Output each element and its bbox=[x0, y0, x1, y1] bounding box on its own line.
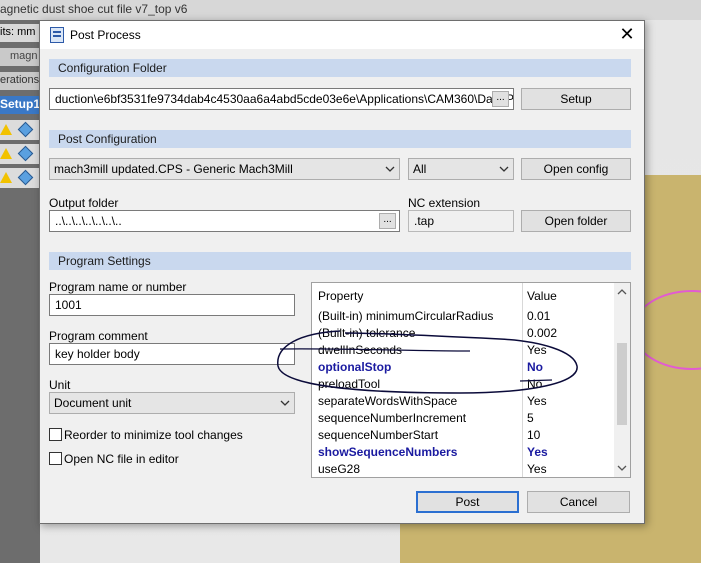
property-row[interactable]: sequenceNumberStart 10 bbox=[312, 427, 614, 444]
toolpath-icon bbox=[17, 169, 34, 186]
bg-setup-node[interactable]: Setup1 bbox=[0, 96, 40, 114]
output-folder-browse-button[interactable]: ... bbox=[379, 213, 396, 229]
bg-tab-fragment: magn bbox=[0, 48, 40, 66]
post-select-value: mach3mill updated.CPS - Generic Mach3Mil… bbox=[54, 162, 293, 176]
bg-operation-row[interactable] bbox=[0, 144, 40, 164]
grid-header-value: Value bbox=[527, 289, 557, 303]
bg-operation-row[interactable] bbox=[0, 168, 40, 188]
open-folder-button[interactable]: Open folder bbox=[521, 210, 631, 232]
program-comment-label: Program comment bbox=[49, 329, 148, 343]
toolpath-icon bbox=[17, 121, 34, 138]
chevron-down-icon bbox=[385, 166, 395, 172]
hand-drawn-annotation bbox=[277, 330, 578, 394]
grid-scroll-thumb[interactable] bbox=[617, 343, 627, 425]
reorder-checkbox[interactable] bbox=[49, 428, 62, 441]
unit-select-value: Document unit bbox=[54, 396, 132, 410]
open-config-button[interactable]: Open config bbox=[521, 158, 631, 180]
nc-extension-label: NC extension bbox=[408, 196, 481, 210]
program-settings-header: Program Settings bbox=[49, 252, 631, 270]
nc-extension-value: .tap bbox=[414, 214, 435, 228]
unit-select[interactable]: Document unit bbox=[49, 392, 295, 414]
post-button[interactable]: Post bbox=[416, 491, 519, 513]
toolpath-icon bbox=[17, 145, 34, 162]
configuration-folder-path-text: duction\e6bf3531fe9734dab4c4530aa6a4abd5… bbox=[55, 92, 514, 106]
open-nc-label[interactable]: Open NC file in editor bbox=[64, 452, 179, 466]
grid-header-property: Property bbox=[318, 289, 364, 303]
property-value[interactable]: Yes bbox=[527, 445, 548, 459]
chevron-down-icon bbox=[499, 166, 509, 172]
post-process-dialog: Post Process ✕ Configuration Folder duct… bbox=[39, 20, 645, 524]
output-folder-value: ..\..\..\..\..\..\.. bbox=[55, 214, 122, 228]
property-name: sequenceNumberStart bbox=[318, 428, 439, 442]
property-row[interactable]: sequenceNumberIncrement 5 bbox=[312, 410, 614, 427]
output-folder-label: Output folder bbox=[49, 196, 119, 210]
post-select[interactable]: mach3mill updated.CPS - Generic Mach3Mil… bbox=[49, 158, 400, 180]
bg-units-label: its: mm bbox=[0, 24, 40, 42]
property-value[interactable]: 10 bbox=[527, 428, 540, 442]
post-process-app-icon bbox=[50, 27, 64, 43]
bg-operation-row[interactable] bbox=[0, 120, 40, 140]
bg-document-title: agnetic dust shoe cut file v7_top v6 bbox=[0, 0, 701, 20]
warning-icon bbox=[0, 124, 12, 135]
post-filter-select[interactable]: All bbox=[408, 158, 514, 180]
open-nc-checkbox[interactable] bbox=[49, 452, 62, 465]
setup-button[interactable]: Setup bbox=[521, 88, 631, 110]
property-row[interactable]: showSequenceNumbers Yes bbox=[312, 444, 614, 461]
property-row[interactable]: useG28 Yes bbox=[312, 461, 614, 477]
property-name: showSequenceNumbers bbox=[318, 445, 458, 459]
unit-label: Unit bbox=[49, 378, 71, 392]
program-comment-value: key holder body bbox=[55, 347, 140, 361]
property-name: sequenceNumberIncrement bbox=[318, 411, 467, 425]
bg-operations-fragment: erations bbox=[0, 72, 40, 90]
program-name-label: Program name or number bbox=[49, 280, 187, 294]
property-value[interactable]: Yes bbox=[527, 462, 547, 476]
output-folder-field[interactable]: ..\..\..\..\..\..\.. bbox=[49, 210, 400, 232]
post-filter-value: All bbox=[413, 162, 427, 176]
close-icon[interactable]: ✕ bbox=[612, 23, 642, 47]
post-configuration-header: Post Configuration bbox=[49, 130, 631, 148]
configuration-folder-header: Configuration Folder bbox=[49, 59, 631, 77]
grid-header: Property Value bbox=[312, 288, 614, 305]
cancel-button[interactable]: Cancel bbox=[527, 491, 630, 513]
program-name-value: 1001 bbox=[55, 298, 82, 312]
reorder-label[interactable]: Reorder to minimize tool changes bbox=[64, 428, 243, 442]
dialog-title: Post Process bbox=[70, 28, 141, 42]
property-value[interactable]: 5 bbox=[527, 411, 534, 425]
scroll-down-icon[interactable] bbox=[617, 463, 627, 473]
program-name-input[interactable]: 1001 bbox=[49, 294, 295, 316]
grid-scrollbar[interactable] bbox=[614, 283, 630, 477]
configuration-folder-path[interactable]: duction\e6bf3531fe9734dab4c4530aa6a4abd5… bbox=[49, 88, 514, 110]
program-comment-input[interactable]: key holder body bbox=[49, 343, 295, 365]
nc-extension-field[interactable]: .tap bbox=[408, 210, 514, 232]
dialog-titlebar[interactable]: Post Process ✕ bbox=[40, 21, 644, 49]
warning-icon bbox=[0, 148, 12, 159]
scroll-up-icon[interactable] bbox=[617, 287, 627, 297]
warning-icon bbox=[0, 172, 12, 183]
property-name: useG28 bbox=[318, 462, 361, 476]
configuration-folder-browse-button[interactable]: ... bbox=[492, 91, 509, 107]
